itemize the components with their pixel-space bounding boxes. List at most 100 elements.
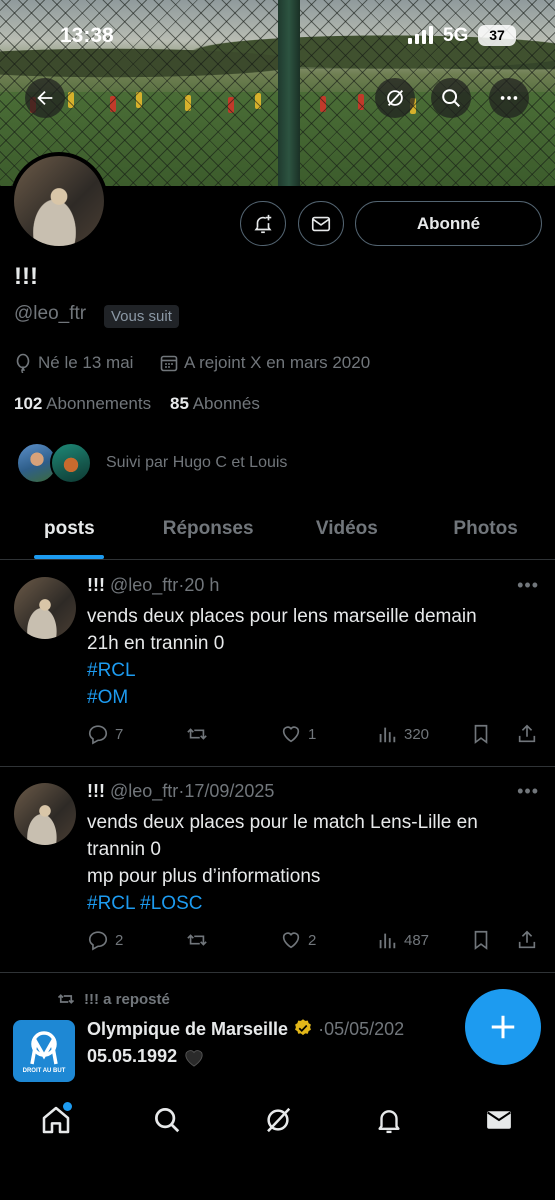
share-button[interactable] [516,929,538,951]
follow-counts: 102 Abonnements 85 Abonnés [14,394,260,414]
post-item[interactable]: !!! @leo_ftr·20 h ••• vends deux places … [0,561,555,767]
joined-text: A rejoint X en mars 2020 [184,353,371,372]
bookmark-icon [474,724,488,744]
more-options-button[interactable] [489,78,529,118]
profile-avatar[interactable] [10,152,108,250]
bell-plus-icon [254,214,272,233]
following-button[interactable]: Abonné [355,201,542,246]
post-author-name: !!! [87,575,105,595]
share-button[interactable] [516,723,538,745]
followed-by-row[interactable]: Suivi par Hugo C et Louis [16,442,287,484]
post-avatar[interactable] [14,783,76,845]
post-more-button[interactable]: ••• [517,781,539,802]
follower-avatar [50,442,92,484]
repost-date: 05/05/202 [324,1019,405,1039]
repost-icon [187,728,207,740]
following-count: 102 [14,394,43,413]
views-chart-icon [379,727,396,743]
om-avatar[interactable]: DROIT AU BUT [13,1020,75,1082]
post-time: 17/09/2025 [184,781,275,801]
envelope-icon [311,216,331,231]
back-button[interactable] [25,78,65,118]
status-time: 13:38 [60,24,114,47]
black-heart-icon [185,1049,203,1067]
grok-icon [387,90,404,106]
repost-button[interactable] [185,723,209,745]
repost-header: Olympique de Marseille ·05/05/202 [87,1019,405,1039]
followers-link[interactable]: 85 Abonnés [170,394,260,413]
om-logo-icon [30,1031,58,1065]
home-notification-dot [63,1102,72,1111]
repost-button[interactable] [185,929,209,951]
reply-button[interactable]: 2 [87,929,123,951]
hashtag-link[interactable]: #RCL [87,657,537,684]
more-horizontal-icon [500,96,518,100]
post-actions: 7 1 320 [87,723,542,749]
followed-by-text: Suivi par Hugo C et Louis [106,454,288,471]
post-item[interactable]: !!! @leo_ftr·17/09/2025 ••• vends deux p… [0,767,555,973]
reply-icon [88,725,108,745]
post-time: 20 h [184,575,220,595]
views-chart-icon [379,933,396,949]
bottom-navigation [0,1082,555,1200]
like-count: 2 [308,931,317,949]
post-text-line: mp pour plus d’informations [87,866,321,887]
nav-messages[interactable] [477,1098,521,1142]
notifications-subscribe-button[interactable] [240,201,286,246]
repost-text-row: 05.05.1992 [87,1046,205,1067]
grok-button[interactable] [375,78,415,118]
compose-post-button[interactable] [465,989,541,1065]
verified-badge-icon [295,1019,312,1036]
post-header: !!! @leo_ftr·17/09/2025 [87,781,275,801]
views-count: 487 [404,931,430,949]
bookmark-button[interactable] [471,723,491,745]
post-text: vends deux places pour le match Lens-Lil… [87,809,537,917]
repost-label: !!! a reposté [84,990,170,1008]
heart-icon [282,726,300,743]
post-more-button[interactable]: ••• [517,575,539,596]
status-bar: 13:38 5G 37 [0,0,555,70]
profile-tabs: posts Réponses Vidéos Photos [0,500,555,560]
views-button[interactable]: 320 [376,723,429,745]
signal-icon [408,26,433,44]
bell-icon [378,1110,400,1134]
back-arrow-icon [37,90,53,106]
reply-icon [88,931,108,951]
nav-search[interactable] [145,1098,189,1142]
search-button[interactable] [431,78,471,118]
like-button[interactable]: 2 [280,929,316,951]
tab-photos[interactable]: Photos [416,500,555,559]
like-button[interactable]: 1 [280,723,316,745]
post-text-line: vends deux places pour le match Lens-Lil… [87,812,478,833]
hashtag-link[interactable]: #RCL [87,893,135,914]
hashtag-link[interactable]: #LOSC [140,893,202,914]
reply-button[interactable]: 7 [87,723,123,745]
nav-home[interactable] [34,1098,78,1142]
post-avatar[interactable] [14,577,76,639]
repost-text: 05.05.1992 [87,1046,178,1066]
plus-icon [491,1015,515,1039]
envelope-icon [487,1111,511,1129]
tab-replies[interactable]: Réponses [139,500,278,559]
following-label: Abonnements [46,394,152,413]
hashtag-link[interactable]: #OM [87,684,537,711]
message-button[interactable] [298,201,344,246]
nav-grok[interactable] [256,1098,300,1142]
grok-icon [267,1107,291,1133]
following-link[interactable]: 102 Abonnements [14,394,151,413]
like-count: 1 [308,725,317,743]
tab-videos[interactable]: Vidéos [278,500,417,559]
share-icon [518,930,536,949]
bookmark-button[interactable] [471,929,491,951]
nav-notifications[interactable] [367,1098,411,1142]
balloon-icon [16,353,30,373]
calendar-icon [160,355,178,372]
views-button[interactable]: 487 [376,929,429,951]
tab-posts[interactable]: posts [0,500,139,559]
joined-info: A rejoint X en mars 2020 [160,353,370,373]
followers-label: Abonnés [192,394,260,413]
battery-icon: 37 [478,25,516,46]
post-author-name: !!! [87,781,105,801]
display-name: !!! [14,263,38,290]
reply-count: 7 [115,725,124,743]
